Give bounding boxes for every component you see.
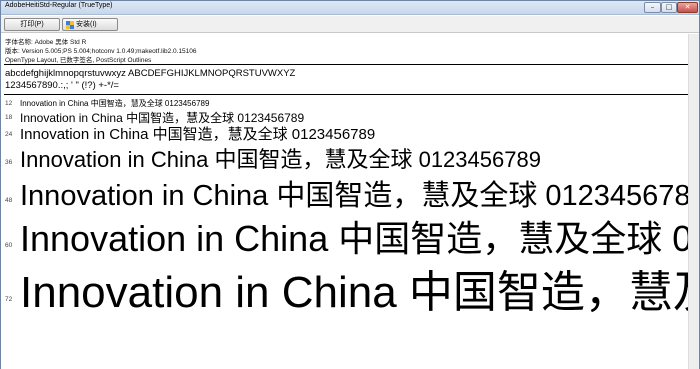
font-preview-area[interactable]: 字体名称: Adobe 黑体 Std R 版本: Version 5.005;P… — [1, 34, 699, 369]
divider — [4, 94, 692, 95]
size-label-60: 60 — [5, 242, 13, 249]
sample-text-12: Innovation in China 中国智造，慧及全球 0123456789 — [20, 99, 210, 108]
sample-text-72: Innovation in China 中国智造，慧及全球 0123456789 — [20, 268, 699, 317]
window-title: AdobeHeitiStd-Regular (TrueType) — [5, 2, 113, 9]
size-label-36: 36 — [5, 159, 13, 166]
sample-text-48: Innovation in China 中国智造，慧及全球 0123456789 — [20, 180, 699, 212]
divider — [4, 64, 692, 65]
title-bar[interactable]: AdobeHeitiStd-Regular (TrueType) – □ ✕ — [1, 1, 699, 15]
font-type-line: OpenType Layout, 已数字签名, PostScript Outli… — [5, 57, 152, 64]
size-label-24: 24 — [5, 131, 13, 138]
print-button-label: 打印(P) — [20, 21, 44, 28]
size-label-72: 72 — [5, 296, 13, 303]
font-viewer-window: AdobeHeitiStd-Regular (TrueType) – □ ✕ 打… — [0, 0, 700, 369]
minimize-button[interactable]: – — [644, 2, 661, 13]
sample-text-36: Innovation in China 中国智造，慧及全球 0123456789 — [20, 147, 541, 172]
charset-letters: abcdefghijklmnopqrstuvwxyz ABCDEFGHIJKLM… — [5, 68, 296, 79]
size-label-48: 48 — [5, 197, 13, 204]
maximize-button[interactable]: □ — [661, 2, 677, 13]
install-button-label: 安装(I) — [76, 21, 97, 28]
sample-text-24: Innovation in China 中国智造，慧及全球 0123456789 — [20, 126, 376, 143]
shield-icon — [66, 21, 74, 29]
sample-text-60: Innovation in China 中国智造，慧及全球 0123456789 — [20, 218, 699, 259]
close-button[interactable]: ✕ — [677, 2, 698, 13]
size-label-12: 12 — [5, 100, 13, 107]
print-button[interactable]: 打印(P) — [4, 18, 60, 31]
charset-digits-symbols: 1234567890.:,; ' " (!?) +-*/= — [5, 80, 119, 91]
size-label-18: 18 — [5, 114, 13, 121]
vertical-scrollbar[interactable] — [688, 34, 699, 369]
install-button[interactable]: 安装(I) — [62, 18, 118, 31]
toolbar: 打印(P) 安装(I) — [1, 16, 699, 33]
